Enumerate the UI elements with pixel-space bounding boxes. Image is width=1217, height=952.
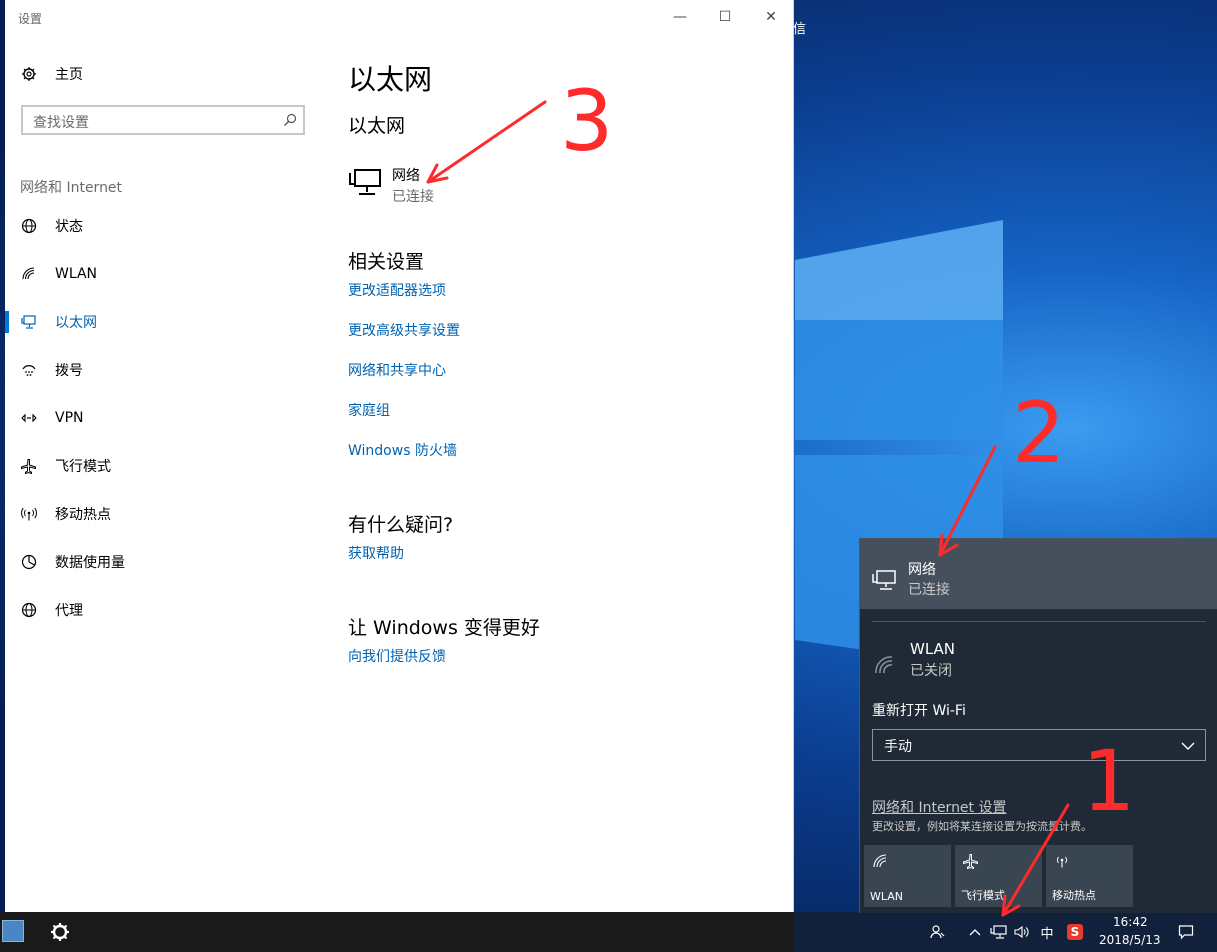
wifi-icon: [22, 267, 35, 280]
nav-home[interactable]: 主页: [21, 64, 83, 84]
section-title: 以太网: [348, 115, 406, 137]
sidebar-item-label: 数据使用量: [55, 555, 125, 571]
flyout-network-status: 已连接: [908, 582, 950, 598]
clock-date[interactable]: 2018/5/13: [1099, 933, 1161, 947]
sidebar-item-label: VPN: [55, 410, 84, 426]
chevron-up-icon[interactable]: [966, 912, 984, 952]
network-tray-icon[interactable]: [989, 912, 1009, 952]
sidebar-item-vpn[interactable]: VPN: [21, 406, 84, 430]
airplane-icon: [21, 459, 36, 474]
minimize-button[interactable]: —: [666, 6, 694, 28]
get-help-link[interactable]: 获取帮助: [348, 543, 404, 563]
sidebar-item-label: 拨号: [55, 363, 83, 379]
reopen-wifi-value: 手动: [884, 739, 912, 755]
network-connection-item[interactable]: 网络 已连接: [348, 165, 434, 206]
tile-label: 移动热点: [1052, 889, 1096, 902]
people-icon[interactable]: [928, 912, 948, 952]
sidebar-item-hotspot[interactable]: 移动热点: [21, 502, 111, 526]
sidebar-item-label: 以太网: [55, 315, 97, 331]
sogou-input-icon[interactable]: S: [1064, 912, 1086, 952]
network-status: 已连接: [392, 189, 434, 205]
quick-action-wlan[interactable]: WLAN: [864, 845, 951, 907]
hotspot-icon: [1057, 856, 1067, 868]
dialup-icon: [22, 365, 36, 376]
wifi-icon: [873, 854, 887, 868]
network-flyout: 网络 已连接 WLAN 已关闭 重新打开 Wi-Fi 手动 网络和 Intern…: [859, 538, 1217, 913]
flyout-network-name: 网络: [908, 562, 936, 578]
reopen-wifi-select[interactable]: 手动: [872, 729, 1206, 761]
homegroup-link[interactable]: 家庭组: [348, 400, 390, 420]
quick-action-hotspot[interactable]: 移动热点: [1046, 845, 1133, 907]
taskbar: [0, 912, 793, 952]
advanced-sharing-link[interactable]: 更改高级共享设置: [348, 320, 460, 340]
related-settings-heading: 相关设置: [348, 251, 425, 273]
ethernet-icon: [872, 570, 896, 590]
network-settings-description: 更改设置，例如将某连接设置为按流量计费。: [872, 820, 1092, 833]
action-center-icon[interactable]: [1175, 912, 1197, 952]
close-button[interactable]: ✕: [757, 6, 785, 28]
ethernet-icon: [349, 169, 381, 195]
sidebar-item-label: WLAN: [55, 266, 98, 282]
gear-icon: [22, 67, 36, 81]
flyout-wlan-name: WLAN: [910, 640, 956, 658]
quick-action-airplane[interactable]: 飞行模式: [955, 845, 1042, 907]
airplane-icon: [963, 854, 978, 869]
flyout-wlan-status: 已关闭: [910, 663, 952, 679]
globe-icon: [21, 218, 37, 234]
divider: [872, 621, 1206, 622]
sidebar-item-airplane[interactable]: 飞行模式: [21, 454, 111, 478]
window-title: 设置: [18, 12, 43, 26]
search-placeholder: 查找设置: [33, 115, 89, 131]
ethernet-icon: [21, 315, 36, 329]
change-adapter-options-link[interactable]: 更改适配器选项: [348, 280, 446, 300]
title-bar: 设置 — ☐ ✕: [5, 0, 793, 36]
sidebar-item-label: 移动热点: [55, 507, 111, 523]
search-icon[interactable]: [283, 113, 297, 127]
taskbar-app-icon[interactable]: [2, 920, 24, 942]
sidebar-item-wlan[interactable]: WLAN: [21, 262, 97, 286]
hotspot-icon: [21, 507, 37, 521]
maximize-button[interactable]: ☐: [711, 6, 739, 28]
tile-label: WLAN: [870, 890, 904, 903]
search-input[interactable]: 查找设置: [21, 105, 305, 135]
network-settings-link[interactable]: 网络和 Internet 设置: [872, 797, 1007, 817]
sidebar-item-dialup[interactable]: 拨号: [21, 358, 83, 382]
sidebar-item-ethernet[interactable]: 以太网: [21, 310, 97, 334]
flyout-network-item[interactable]: 网络 已连接: [860, 539, 1217, 609]
sidebar-item-data-usage[interactable]: 数据使用量: [21, 550, 125, 574]
feedback-heading: 让 Windows 变得更好: [348, 617, 540, 639]
gear-icon[interactable]: [50, 922, 70, 942]
clock-time[interactable]: 16:42: [1113, 915, 1148, 929]
network-name: 网络: [392, 168, 420, 184]
desktop-icon-label: 信: [793, 22, 807, 37]
question-heading: 有什么疑问?: [348, 514, 454, 536]
network-sharing-center-link[interactable]: 网络和共享中心: [348, 360, 446, 380]
volume-icon[interactable]: [1012, 912, 1032, 952]
sidebar-item-label: 状态: [55, 219, 83, 235]
windows-firewall-link[interactable]: Windows 防火墙: [348, 440, 457, 460]
reopen-wifi-label: 重新打开 Wi-Fi: [872, 703, 966, 719]
page-title: 以太网: [348, 63, 433, 96]
give-feedback-link[interactable]: 向我们提供反馈: [348, 646, 446, 666]
sidebar-item-label: 飞行模式: [55, 459, 111, 475]
globe-icon: [21, 602, 37, 618]
sidebar-item-status[interactable]: 状态: [21, 214, 83, 238]
data-usage-icon: [21, 554, 37, 570]
active-indicator: [5, 311, 9, 333]
wifi-icon: [875, 656, 893, 674]
sidebar-item-label: 代理: [55, 603, 83, 619]
chevron-down-icon: [1181, 742, 1195, 750]
sidebar-item-proxy[interactable]: 代理: [21, 598, 83, 622]
tile-label: 飞行模式: [961, 889, 1005, 902]
settings-window: 设置 — ☐ ✕ 主页 查找设置 网络和 Internet 状态 WLAN 以太…: [5, 0, 794, 912]
nav-home-label: 主页: [55, 67, 83, 83]
ime-indicator[interactable]: 中: [1037, 912, 1057, 952]
nav-section-heading: 网络和 Internet: [20, 180, 123, 196]
vpn-icon: [21, 413, 37, 423]
